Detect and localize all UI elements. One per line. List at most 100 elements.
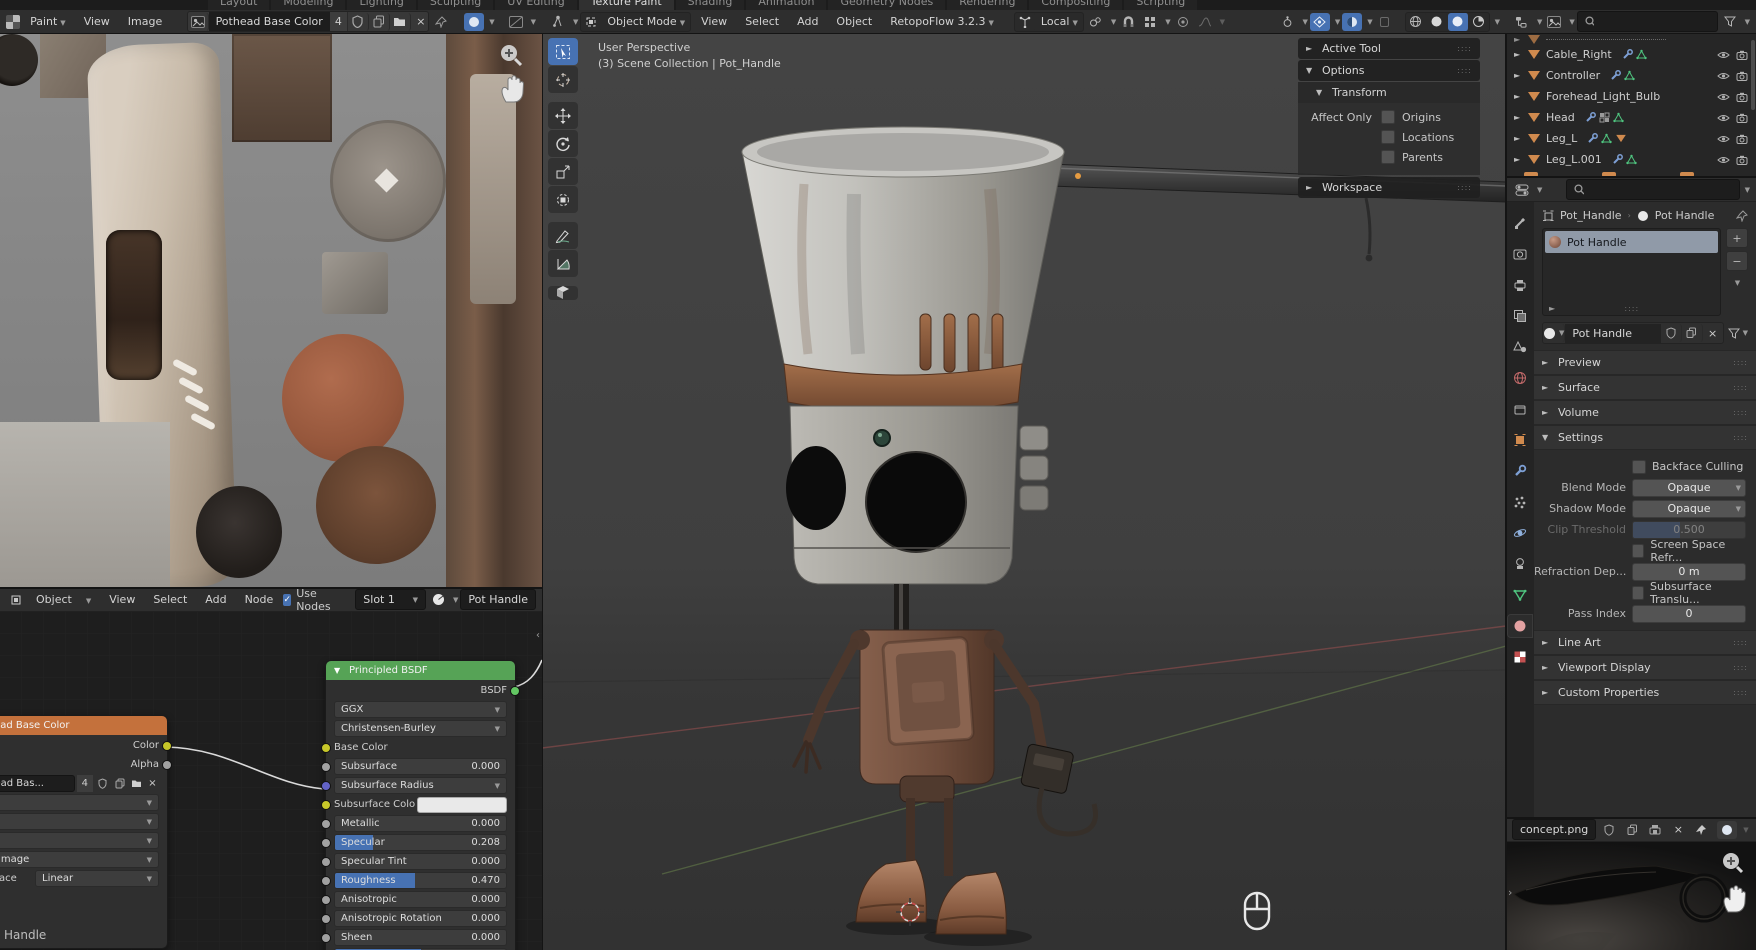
- viewport-3d[interactable]: User Perspective (3) Scene Collection | …: [542, 34, 1506, 950]
- show-overlays-icon[interactable]: [1310, 13, 1330, 31]
- input-socket[interactable]: [321, 819, 331, 829]
- tab-material-active[interactable]: [1508, 615, 1532, 637]
- reference-image[interactable]: ›: [1506, 842, 1756, 950]
- tab-view-layer[interactable]: [1508, 305, 1532, 327]
- input-socket[interactable]: [321, 914, 331, 924]
- image-node-header[interactable]: ▼Pothead Base Color: [0, 716, 167, 735]
- refraction-depth-field[interactable]: 0 m: [1632, 563, 1746, 581]
- outliner-row[interactable]: ►Leg_L.001: [1506, 149, 1756, 170]
- tool-move[interactable]: [548, 102, 578, 129]
- input-socket[interactable]: [321, 857, 331, 867]
- input-socket[interactable]: [321, 933, 331, 943]
- menu-node[interactable]: Node: [237, 591, 282, 608]
- outliner-row[interactable]: ►Forehead_Light_Bulb: [1506, 86, 1756, 107]
- panel-line-art[interactable]: ►Line Art::::: [1534, 630, 1756, 655]
- tool-cursor[interactable]: [548, 66, 578, 93]
- tool-select-box[interactable]: [548, 38, 578, 65]
- slot-list-expand[interactable]: ►: [1549, 304, 1555, 313]
- hide-eye-icon[interactable]: [1717, 92, 1730, 102]
- outliner-row[interactable]: ►Leg_L: [1506, 128, 1756, 149]
- menu-view[interactable]: View: [76, 13, 118, 30]
- slot-specials-menu[interactable]: ▼: [1726, 274, 1746, 292]
- shader-context-icon[interactable]: [6, 591, 26, 609]
- region-expand-chevron[interactable]: ›: [1508, 886, 1512, 899]
- workspace-tab[interactable]: Modeling: [271, 0, 345, 10]
- projection-dropdown[interactable]: Flat▼: [0, 813, 159, 830]
- properties-options-chevron[interactable]: ▼: [1745, 186, 1750, 194]
- input-socket[interactable]: [321, 876, 331, 886]
- shadow-mode-dropdown[interactable]: Opaque▼: [1632, 500, 1746, 518]
- screen-space-refraction-checkbox[interactable]: [1632, 544, 1644, 558]
- tab-world[interactable]: [1508, 367, 1532, 389]
- outliner-filter-icon[interactable]: [1720, 13, 1740, 31]
- unlink-image-icon[interactable]: ×: [411, 13, 430, 31]
- sidebar-collapse-chevron[interactable]: ‹: [536, 630, 540, 641]
- material-filter-icon[interactable]: ▼: [1728, 324, 1748, 342]
- tool-add-cube[interactable]: [548, 286, 578, 300]
- input-socket[interactable]: [321, 781, 331, 791]
- camera-visibility-icon[interactable]: [1736, 155, 1748, 165]
- anisotropic-rotation-slider[interactable]: Anisotropic Rotation0.000: [334, 910, 507, 927]
- color-space-dropdown[interactable]: Linear▼: [35, 870, 159, 887]
- reference-filename[interactable]: concept.png: [1512, 819, 1596, 840]
- bsdf-output-socket[interactable]: [510, 686, 520, 696]
- workspace-tab[interactable]: Rendering: [947, 0, 1027, 10]
- node-image-users[interactable]: 4: [77, 775, 93, 792]
- menu-image[interactable]: Image: [120, 13, 170, 30]
- material-slot-list[interactable]: Pot Handle ► ::::: [1542, 228, 1721, 316]
- tool-measure[interactable]: [548, 250, 578, 277]
- subsurface-slider[interactable]: Subsurface0.000: [334, 758, 507, 775]
- folder-icon[interactable]: [129, 776, 144, 791]
- new-image-copy-icon[interactable]: [369, 13, 390, 31]
- tab-modifiers[interactable]: [1508, 460, 1532, 482]
- input-socket[interactable]: [321, 895, 331, 905]
- snap-magnet-icon[interactable]: [1118, 13, 1138, 31]
- hide-eye-icon[interactable]: [1717, 155, 1730, 165]
- proportional-editing-icon[interactable]: [1173, 13, 1193, 31]
- input-socket[interactable]: [321, 838, 331, 848]
- tool-scale[interactable]: [548, 158, 578, 185]
- material-slot-selected[interactable]: Pot Handle: [1545, 231, 1718, 253]
- unlink-icon[interactable]: ×: [146, 776, 159, 791]
- close-image-icon[interactable]: ×: [1668, 821, 1688, 839]
- camera-visibility-icon[interactable]: [1736, 92, 1748, 102]
- principled-bsdf-node[interactable]: ▼Principled BSDF BSDF GGX▼ Christensen-B…: [325, 660, 516, 950]
- tab-collection[interactable]: [1508, 398, 1532, 420]
- retopoflow-menu[interactable]: RetopoFlow 3.2.3▼: [882, 13, 1002, 30]
- copy-icon[interactable]: [112, 776, 127, 791]
- unlink-material-icon[interactable]: ×: [1703, 324, 1723, 342]
- panel-transform[interactable]: ▼Transform: [1298, 82, 1480, 103]
- menu-add[interactable]: Add: [789, 13, 826, 30]
- source-dropdown[interactable]: Single Image▼: [0, 851, 159, 868]
- specular-tint-slider[interactable]: Specular Tint0.000: [334, 853, 507, 870]
- properties-editor-type-icon[interactable]: [1512, 181, 1532, 199]
- tab-object[interactable]: [1508, 429, 1532, 451]
- pin-icon[interactable]: [1691, 821, 1711, 839]
- workspace-tab[interactable]: UV Editing: [495, 0, 576, 10]
- browse-material-icon[interactable]: ▼: [1543, 324, 1565, 342]
- breadcrumb-object[interactable]: Pot_Handle: [1560, 209, 1622, 222]
- camera-visibility-icon[interactable]: [1736, 134, 1748, 144]
- transform-orientation-dropdown[interactable]: Local▼: [1014, 12, 1084, 32]
- camera-visibility-icon[interactable]: [1736, 71, 1748, 81]
- pass-index-field[interactable]: 0: [1632, 605, 1746, 623]
- paint-mode-dropdown[interactable]: Paint▼: [22, 13, 74, 30]
- input-socket[interactable]: [321, 800, 331, 810]
- add-slot-button[interactable]: +: [1726, 228, 1748, 248]
- pin-icon[interactable]: [431, 13, 451, 31]
- tab-output[interactable]: [1508, 274, 1532, 296]
- browse-image-icon[interactable]: [188, 13, 209, 31]
- image-users-count[interactable]: 4: [330, 12, 348, 31]
- panel-view port-display[interactable]: ►Viewport Display::::: [1534, 655, 1756, 680]
- hide-eye-icon[interactable]: [1717, 71, 1730, 81]
- tab-object-data[interactable]: [1508, 584, 1532, 606]
- fake-user-shield-icon[interactable]: [1661, 324, 1682, 342]
- tool-annotate[interactable]: [548, 222, 578, 249]
- outliner-editor-type-icon[interactable]: [1512, 13, 1532, 31]
- workspace-tab[interactable]: Compositing: [1029, 0, 1122, 10]
- metallic-slider[interactable]: Metallic0.000: [334, 815, 507, 832]
- outliner-search[interactable]: [1577, 11, 1718, 32]
- camera-visibility-icon[interactable]: [1736, 50, 1748, 60]
- panel-options[interactable]: ▼Options::::: [1298, 60, 1480, 81]
- image-mode-icon[interactable]: [1717, 821, 1737, 839]
